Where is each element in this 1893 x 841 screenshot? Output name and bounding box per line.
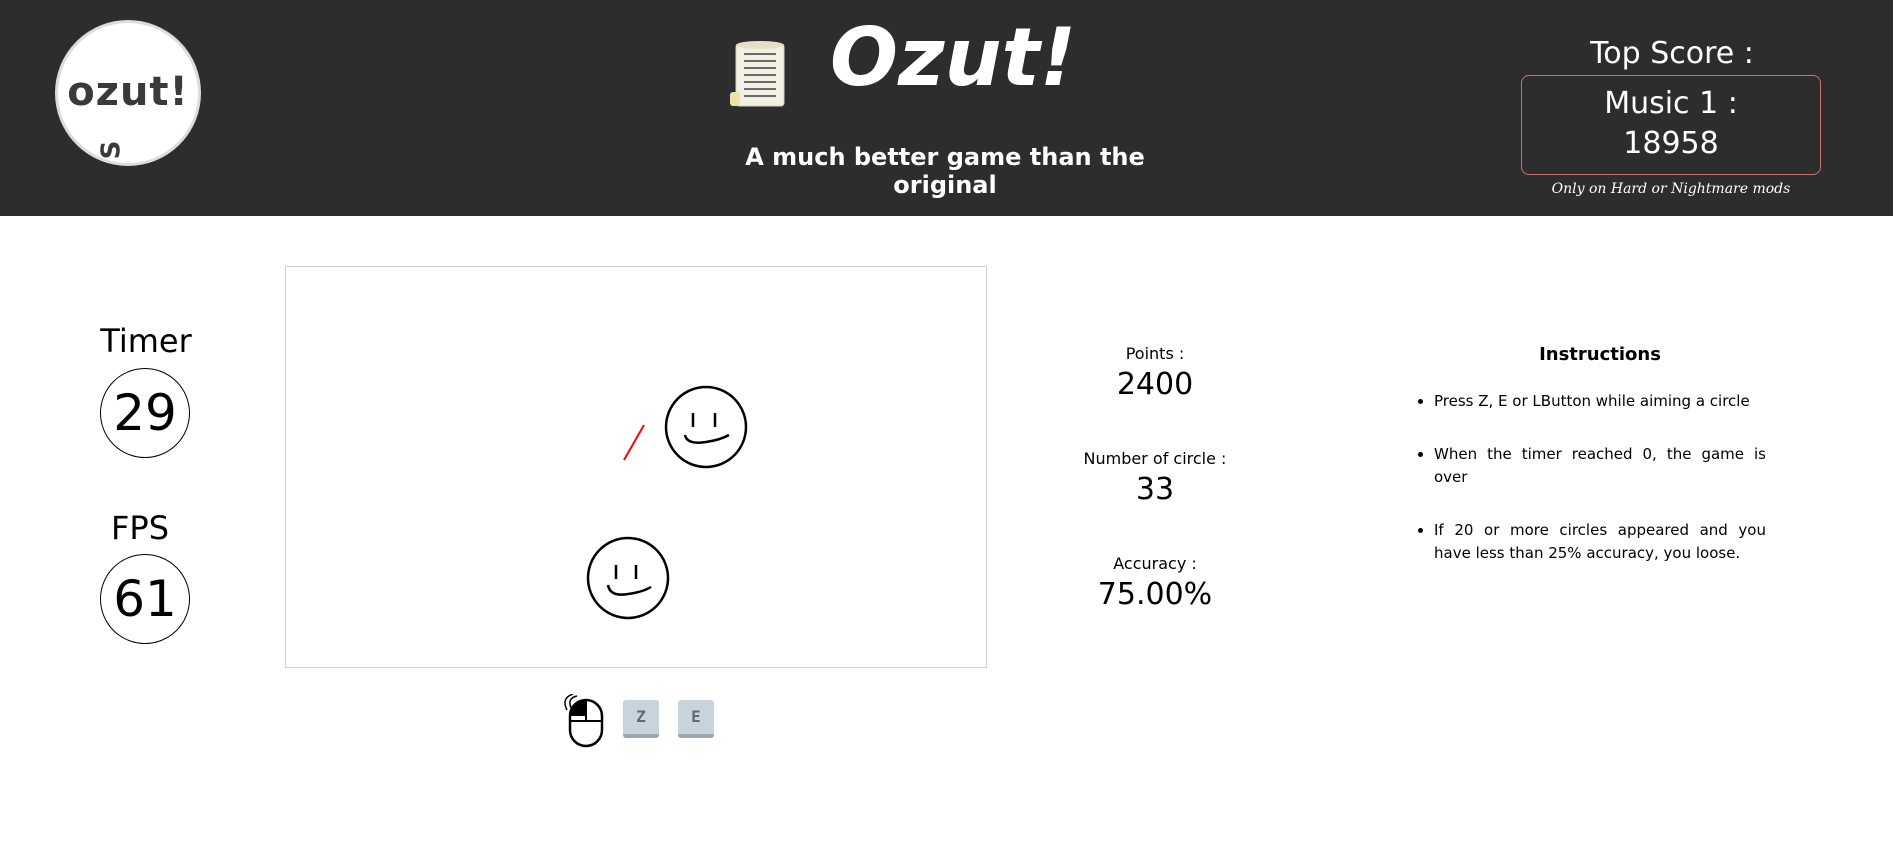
accuracy-label: Accuracy : <box>1113 554 1197 573</box>
mouse-left-button-icon <box>564 694 604 748</box>
scroll-icon <box>730 41 785 107</box>
points-value: 2400 <box>1116 367 1194 402</box>
game-svg <box>586 385 748 620</box>
instruction-item: If 20 or more circles appeared and you h… <box>1434 519 1766 565</box>
key-e[interactable]: E <box>678 700 714 738</box>
top-score-box: Music 1 : 18958 <box>1521 75 1821 175</box>
timer-label: Timer <box>100 322 192 360</box>
top-score-value: 18958 <box>1623 126 1719 161</box>
points-label: Points : <box>1125 344 1185 363</box>
smiley-target-2[interactable] <box>586 536 670 620</box>
fps-value: 61 <box>100 554 190 644</box>
logo-text: ozut! <box>67 69 189 115</box>
circles-value: 33 <box>1135 472 1175 507</box>
top-score-label: Top Score : <box>1590 36 1754 71</box>
key-z[interactable]: Z <box>623 700 659 738</box>
top-score-music: Music 1 : <box>1604 86 1738 121</box>
ozut-logo[interactable]: ozut! S <box>55 20 201 166</box>
instructions-list: Press Z, E or LButton while aiming a cir… <box>1414 390 1766 595</box>
instructions-title: Instructions <box>1539 344 1661 365</box>
page-subtitle: A much better game than the original <box>745 143 1145 199</box>
smiley-target-1[interactable] <box>664 385 748 469</box>
instruction-item: When the timer reached 0, the game is ov… <box>1434 443 1766 489</box>
accuracy-value: 75.00% <box>1097 577 1213 612</box>
circles-label: Number of circle : <box>1083 449 1227 468</box>
logo-subtext: S <box>96 140 127 160</box>
page-title: Ozut! <box>830 11 1077 104</box>
aim-line <box>623 424 645 461</box>
top-score-note: Only on Hard or Nightmare mods <box>1551 181 1791 197</box>
fps-label: FPS <box>110 509 169 547</box>
instruction-item: Press Z, E or LButton while aiming a cir… <box>1434 390 1766 413</box>
timer-value: 29 <box>100 368 190 458</box>
game-canvas[interactable] <box>285 266 987 668</box>
header-bar: ozut! S Ozut! A much better game than th… <box>0 0 1893 216</box>
